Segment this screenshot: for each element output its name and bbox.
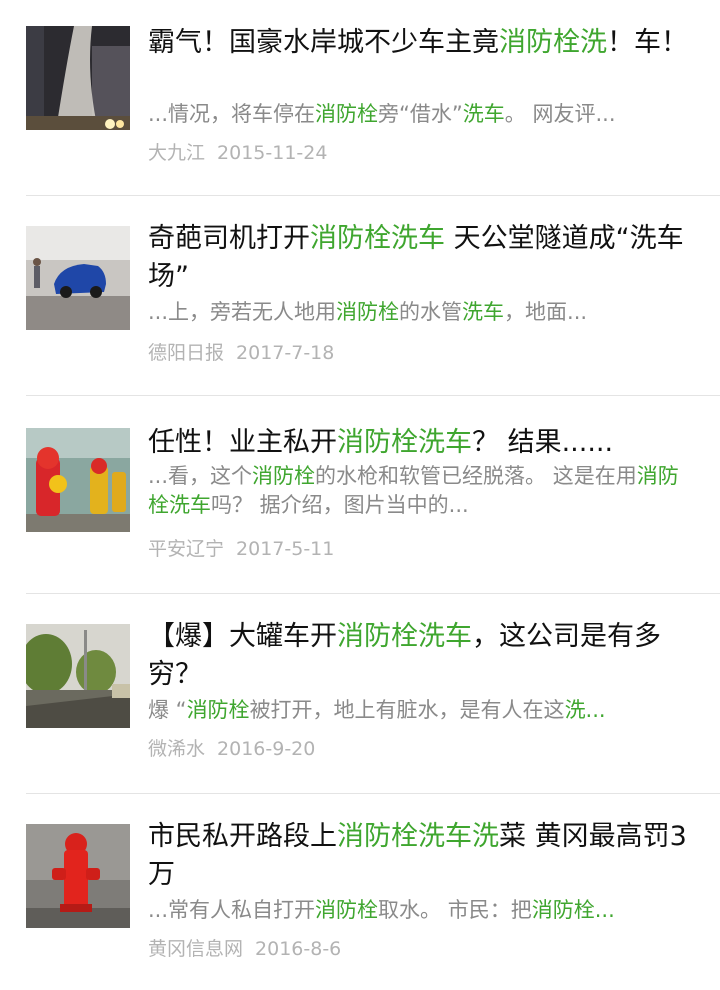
result-meta: 大九江 2015-11-24 xyxy=(148,141,327,165)
search-results-list: 霸气！国豪水岸城不少车主竟消防栓洗！车！ ...情况，将车停在消防栓旁“借水”洗… xyxy=(0,0,720,990)
result-title[interactable]: 奇葩司机打开消防栓洗车 天公堂隧道成“洗车场” xyxy=(148,220,696,296)
text-segment: 旁“借水” xyxy=(378,102,463,126)
text-segment: 霸气！国豪水岸城不少车主竟 xyxy=(148,27,499,58)
search-result-item[interactable]: 【爆】大罐车开消防栓洗车，这公司是有多穷？ 爆 “消防栓被打开，地上有脏水，是有… xyxy=(0,594,720,794)
text-segment: ！车！ xyxy=(607,27,688,58)
text-segment: 市民私开路段上 xyxy=(148,821,337,852)
text-segment: 爆 “ xyxy=(148,698,187,722)
text-segment: 的水枪和软管已经脱落。 这是在用 xyxy=(315,464,637,488)
text-segment: ...情况，将车停在 xyxy=(148,102,316,126)
result-meta: 微浠水 2016-9-20 xyxy=(148,737,315,761)
result-snippet: ...常有人私自打开消防栓取水。 市民：把消防栓... xyxy=(148,896,696,925)
result-thumbnail[interactable] xyxy=(26,26,130,130)
text-segment: 取水。 市民：把 xyxy=(378,898,532,922)
keyword-highlight: 消防栓 xyxy=(186,698,250,722)
text-segment: 吗？ 据介绍，图片当中的... xyxy=(211,493,469,517)
result-source: 德阳日报 xyxy=(148,342,225,364)
keyword-highlight: 消防栓洗车 xyxy=(337,621,472,652)
result-date: 2016-8-6 xyxy=(255,938,342,960)
keyword-highlight: 消防栓 xyxy=(315,102,379,126)
search-result-item[interactable]: 奇葩司机打开消防栓洗车 天公堂隧道成“洗车场” ...上，旁若无人地用消防栓的水… xyxy=(0,196,720,396)
search-result-item[interactable]: 市民私开路段上消防栓洗车洗菜 黄冈最高罚3万 ...常有人私自打开消防栓取水。 … xyxy=(0,794,720,990)
keyword-highlight: 消防栓 xyxy=(315,898,379,922)
text-segment: 的水管 xyxy=(399,300,463,324)
keyword-highlight: 消防栓 xyxy=(336,300,400,324)
result-snippet: 爆 “消防栓被打开，地上有脏水，是有人在这洗... xyxy=(148,696,696,725)
text-segment: ，地面... xyxy=(504,300,588,324)
text-segment: ...看，这个 xyxy=(148,464,253,488)
text-segment: 任性！业主私开 xyxy=(148,427,337,458)
result-snippet: ...情况，将车停在消防栓旁“借水”洗车。 网友评... xyxy=(148,100,696,129)
result-date: 2017-5-11 xyxy=(236,538,335,560)
result-thumbnail[interactable] xyxy=(26,226,130,330)
text-segment: ...上，旁若无人地用 xyxy=(148,300,337,324)
search-result-item[interactable]: 任性！业主私开消防栓洗车？ 结果...... ...看，这个消防栓的水枪和软管已… xyxy=(0,396,720,594)
result-thumbnail[interactable] xyxy=(26,824,130,928)
keyword-highlight: 洗... xyxy=(564,698,606,722)
result-thumbnail[interactable] xyxy=(26,428,130,532)
result-snippet: ...看，这个消防栓的水枪和软管已经脱落。 这是在用消防栓洗车吗？ 据介绍，图片… xyxy=(148,462,696,520)
result-source: 微浠水 xyxy=(148,738,206,760)
result-date: 2017-7-18 xyxy=(236,342,335,364)
result-source: 黄冈信息网 xyxy=(148,938,244,960)
keyword-highlight: 消防栓 xyxy=(252,464,316,488)
text-segment: 。 网友评... xyxy=(504,102,616,126)
result-title[interactable]: 霸气！国豪水岸城不少车主竟消防栓洗！车！ xyxy=(148,24,696,62)
keyword-highlight: 消防栓洗 xyxy=(499,27,607,58)
result-source: 大九江 xyxy=(148,142,206,164)
keyword-highlight: 消防栓洗车 xyxy=(310,223,445,254)
keyword-highlight: 消防栓洗车洗 xyxy=(337,821,499,852)
result-meta: 平安辽宁 2017-5-11 xyxy=(148,537,334,561)
text-segment: 被打开，地上有脏水，是有人在这 xyxy=(249,698,565,722)
result-thumbnail[interactable] xyxy=(26,624,130,728)
keyword-highlight: 洗车 xyxy=(462,300,505,324)
result-date: 2016-9-20 xyxy=(217,738,316,760)
result-snippet: ...上，旁若无人地用消防栓的水管洗车，地面... xyxy=(148,298,696,327)
result-date: 2015-11-24 xyxy=(217,142,328,164)
text-segment: ？ 结果...... xyxy=(472,427,614,458)
result-source: 平安辽宁 xyxy=(148,538,225,560)
text-segment: 奇葩司机打开 xyxy=(148,223,310,254)
keyword-highlight: 消防栓洗车 xyxy=(337,427,472,458)
result-title[interactable]: 市民私开路段上消防栓洗车洗菜 黄冈最高罚3万 xyxy=(148,818,696,894)
text-segment: ...常有人私自打开 xyxy=(148,898,316,922)
keyword-highlight: 消防栓... xyxy=(531,898,615,922)
result-meta: 黄冈信息网 2016-8-6 xyxy=(148,937,341,961)
result-title[interactable]: 【爆】大罐车开消防栓洗车，这公司是有多穷？ xyxy=(148,618,696,694)
search-result-item[interactable]: 霸气！国豪水岸城不少车主竟消防栓洗！车！ ...情况，将车停在消防栓旁“借水”洗… xyxy=(0,0,720,196)
result-title[interactable]: 任性！业主私开消防栓洗车？ 结果...... xyxy=(148,424,696,462)
result-meta: 德阳日报 2017-7-18 xyxy=(148,341,334,365)
text-segment: 【爆】大罐车开 xyxy=(148,621,337,652)
keyword-highlight: 洗车 xyxy=(462,102,505,126)
